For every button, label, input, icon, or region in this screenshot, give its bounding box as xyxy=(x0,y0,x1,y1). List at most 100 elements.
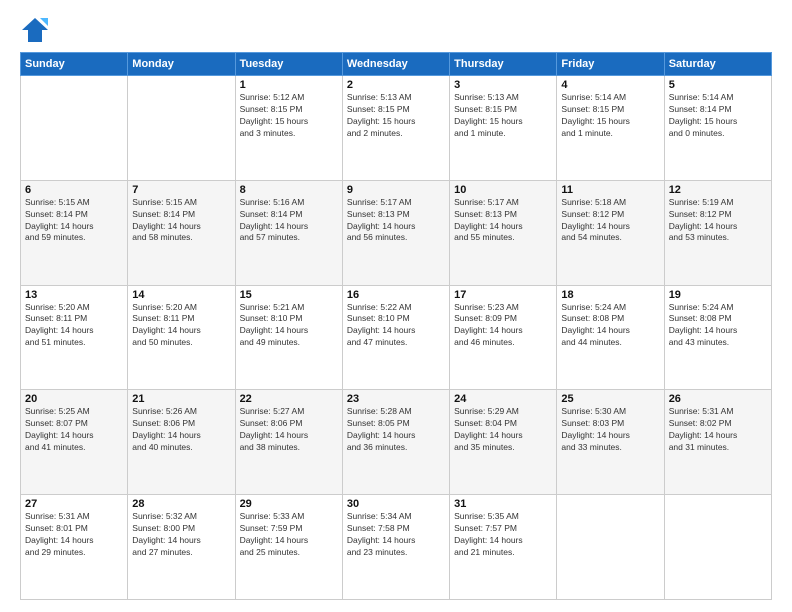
calendar-cell: 12Sunrise: 5:19 AM Sunset: 8:12 PM Dayli… xyxy=(664,180,771,285)
logo-icon xyxy=(20,16,50,44)
day-number: 16 xyxy=(347,289,445,301)
day-info: Sunrise: 5:26 AM Sunset: 8:06 PM Dayligh… xyxy=(132,406,230,454)
day-number: 12 xyxy=(669,184,767,196)
calendar-cell: 16Sunrise: 5:22 AM Sunset: 8:10 PM Dayli… xyxy=(342,285,449,390)
calendar-cell: 7Sunrise: 5:15 AM Sunset: 8:14 PM Daylig… xyxy=(128,180,235,285)
weekday-header-cell: Saturday xyxy=(664,53,771,76)
day-number: 20 xyxy=(25,393,123,405)
day-number: 22 xyxy=(240,393,338,405)
page: SundayMondayTuesdayWednesdayThursdayFrid… xyxy=(0,0,792,612)
calendar-cell: 18Sunrise: 5:24 AM Sunset: 8:08 PM Dayli… xyxy=(557,285,664,390)
calendar-week-row: 13Sunrise: 5:20 AM Sunset: 8:11 PM Dayli… xyxy=(21,285,772,390)
calendar-cell xyxy=(128,76,235,181)
calendar-cell: 28Sunrise: 5:32 AM Sunset: 8:00 PM Dayli… xyxy=(128,495,235,600)
day-number: 10 xyxy=(454,184,552,196)
day-number: 15 xyxy=(240,289,338,301)
calendar-week-row: 27Sunrise: 5:31 AM Sunset: 8:01 PM Dayli… xyxy=(21,495,772,600)
day-number: 3 xyxy=(454,79,552,91)
calendar-cell: 2Sunrise: 5:13 AM Sunset: 8:15 PM Daylig… xyxy=(342,76,449,181)
day-number: 9 xyxy=(347,184,445,196)
calendar-cell: 14Sunrise: 5:20 AM Sunset: 8:11 PM Dayli… xyxy=(128,285,235,390)
calendar-week-row: 6Sunrise: 5:15 AM Sunset: 8:14 PM Daylig… xyxy=(21,180,772,285)
day-number: 27 xyxy=(25,498,123,510)
day-number: 4 xyxy=(561,79,659,91)
calendar-cell: 9Sunrise: 5:17 AM Sunset: 8:13 PM Daylig… xyxy=(342,180,449,285)
day-number: 24 xyxy=(454,393,552,405)
weekday-header-cell: Thursday xyxy=(450,53,557,76)
calendar-cell: 3Sunrise: 5:13 AM Sunset: 8:15 PM Daylig… xyxy=(450,76,557,181)
calendar-cell: 29Sunrise: 5:33 AM Sunset: 7:59 PM Dayli… xyxy=(235,495,342,600)
logo xyxy=(20,16,54,44)
weekday-header-cell: Tuesday xyxy=(235,53,342,76)
calendar-cell: 24Sunrise: 5:29 AM Sunset: 8:04 PM Dayli… xyxy=(450,390,557,495)
day-info: Sunrise: 5:31 AM Sunset: 8:02 PM Dayligh… xyxy=(669,406,767,454)
day-info: Sunrise: 5:14 AM Sunset: 8:14 PM Dayligh… xyxy=(669,92,767,140)
day-number: 14 xyxy=(132,289,230,301)
day-info: Sunrise: 5:29 AM Sunset: 8:04 PM Dayligh… xyxy=(454,406,552,454)
day-info: Sunrise: 5:22 AM Sunset: 8:10 PM Dayligh… xyxy=(347,302,445,350)
calendar-cell: 5Sunrise: 5:14 AM Sunset: 8:14 PM Daylig… xyxy=(664,76,771,181)
calendar-cell: 4Sunrise: 5:14 AM Sunset: 8:15 PM Daylig… xyxy=(557,76,664,181)
day-number: 28 xyxy=(132,498,230,510)
calendar-cell: 25Sunrise: 5:30 AM Sunset: 8:03 PM Dayli… xyxy=(557,390,664,495)
calendar-cell xyxy=(21,76,128,181)
day-info: Sunrise: 5:33 AM Sunset: 7:59 PM Dayligh… xyxy=(240,511,338,559)
calendar-cell: 26Sunrise: 5:31 AM Sunset: 8:02 PM Dayli… xyxy=(664,390,771,495)
calendar-cell: 27Sunrise: 5:31 AM Sunset: 8:01 PM Dayli… xyxy=(21,495,128,600)
day-info: Sunrise: 5:35 AM Sunset: 7:57 PM Dayligh… xyxy=(454,511,552,559)
calendar-body: 1Sunrise: 5:12 AM Sunset: 8:15 PM Daylig… xyxy=(21,76,772,600)
day-info: Sunrise: 5:13 AM Sunset: 8:15 PM Dayligh… xyxy=(454,92,552,140)
day-number: 1 xyxy=(240,79,338,91)
day-info: Sunrise: 5:24 AM Sunset: 8:08 PM Dayligh… xyxy=(669,302,767,350)
day-info: Sunrise: 5:15 AM Sunset: 8:14 PM Dayligh… xyxy=(25,197,123,245)
weekday-header-cell: Monday xyxy=(128,53,235,76)
calendar-cell: 19Sunrise: 5:24 AM Sunset: 8:08 PM Dayli… xyxy=(664,285,771,390)
calendar-cell: 11Sunrise: 5:18 AM Sunset: 8:12 PM Dayli… xyxy=(557,180,664,285)
calendar-cell xyxy=(557,495,664,600)
day-info: Sunrise: 5:25 AM Sunset: 8:07 PM Dayligh… xyxy=(25,406,123,454)
day-number: 21 xyxy=(132,393,230,405)
day-info: Sunrise: 5:20 AM Sunset: 8:11 PM Dayligh… xyxy=(25,302,123,350)
day-info: Sunrise: 5:31 AM Sunset: 8:01 PM Dayligh… xyxy=(25,511,123,559)
day-info: Sunrise: 5:17 AM Sunset: 8:13 PM Dayligh… xyxy=(454,197,552,245)
day-number: 23 xyxy=(347,393,445,405)
day-number: 25 xyxy=(561,393,659,405)
day-number: 13 xyxy=(25,289,123,301)
day-number: 8 xyxy=(240,184,338,196)
calendar-cell: 17Sunrise: 5:23 AM Sunset: 8:09 PM Dayli… xyxy=(450,285,557,390)
calendar-cell xyxy=(664,495,771,600)
day-info: Sunrise: 5:16 AM Sunset: 8:14 PM Dayligh… xyxy=(240,197,338,245)
calendar-cell: 15Sunrise: 5:21 AM Sunset: 8:10 PM Dayli… xyxy=(235,285,342,390)
calendar-cell: 13Sunrise: 5:20 AM Sunset: 8:11 PM Dayli… xyxy=(21,285,128,390)
day-info: Sunrise: 5:28 AM Sunset: 8:05 PM Dayligh… xyxy=(347,406,445,454)
day-number: 29 xyxy=(240,498,338,510)
day-info: Sunrise: 5:19 AM Sunset: 8:12 PM Dayligh… xyxy=(669,197,767,245)
calendar-cell: 1Sunrise: 5:12 AM Sunset: 8:15 PM Daylig… xyxy=(235,76,342,181)
calendar-cell: 8Sunrise: 5:16 AM Sunset: 8:14 PM Daylig… xyxy=(235,180,342,285)
day-info: Sunrise: 5:21 AM Sunset: 8:10 PM Dayligh… xyxy=(240,302,338,350)
weekday-header: SundayMondayTuesdayWednesdayThursdayFrid… xyxy=(21,53,772,76)
calendar-cell: 23Sunrise: 5:28 AM Sunset: 8:05 PM Dayli… xyxy=(342,390,449,495)
day-info: Sunrise: 5:23 AM Sunset: 8:09 PM Dayligh… xyxy=(454,302,552,350)
day-number: 26 xyxy=(669,393,767,405)
day-number: 6 xyxy=(25,184,123,196)
day-number: 17 xyxy=(454,289,552,301)
weekday-header-cell: Friday xyxy=(557,53,664,76)
calendar-cell: 31Sunrise: 5:35 AM Sunset: 7:57 PM Dayli… xyxy=(450,495,557,600)
calendar-cell: 6Sunrise: 5:15 AM Sunset: 8:14 PM Daylig… xyxy=(21,180,128,285)
weekday-header-cell: Sunday xyxy=(21,53,128,76)
day-info: Sunrise: 5:15 AM Sunset: 8:14 PM Dayligh… xyxy=(132,197,230,245)
day-number: 11 xyxy=(561,184,659,196)
day-info: Sunrise: 5:20 AM Sunset: 8:11 PM Dayligh… xyxy=(132,302,230,350)
day-info: Sunrise: 5:12 AM Sunset: 8:15 PM Dayligh… xyxy=(240,92,338,140)
calendar-week-row: 20Sunrise: 5:25 AM Sunset: 8:07 PM Dayli… xyxy=(21,390,772,495)
day-number: 31 xyxy=(454,498,552,510)
day-info: Sunrise: 5:17 AM Sunset: 8:13 PM Dayligh… xyxy=(347,197,445,245)
day-info: Sunrise: 5:27 AM Sunset: 8:06 PM Dayligh… xyxy=(240,406,338,454)
day-info: Sunrise: 5:13 AM Sunset: 8:15 PM Dayligh… xyxy=(347,92,445,140)
day-info: Sunrise: 5:14 AM Sunset: 8:15 PM Dayligh… xyxy=(561,92,659,140)
day-number: 2 xyxy=(347,79,445,91)
day-number: 5 xyxy=(669,79,767,91)
calendar-cell: 30Sunrise: 5:34 AM Sunset: 7:58 PM Dayli… xyxy=(342,495,449,600)
day-info: Sunrise: 5:18 AM Sunset: 8:12 PM Dayligh… xyxy=(561,197,659,245)
